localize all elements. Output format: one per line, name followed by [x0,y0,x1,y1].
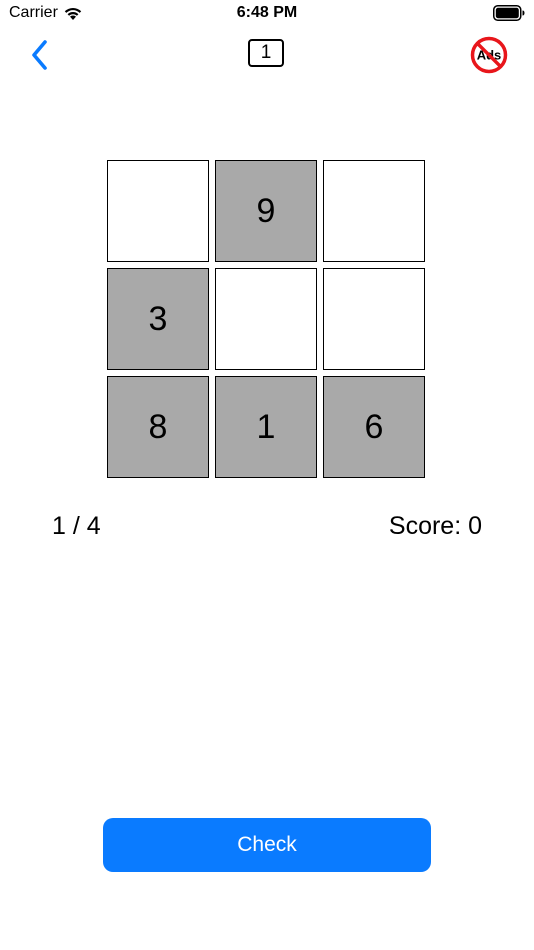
back-button[interactable] [26,38,54,72]
status-time: 6:48 PM [236,4,298,21]
status-bar: Carrier 6:48 PM [0,0,534,28]
app-screen: Carrier 6:48 PM 1 Ads [0,0,534,950]
no-ads-icon: Ads [470,36,508,74]
level-indicator: 1 [248,39,284,67]
puzzle-grid: 9 3 8 1 6 [107,160,428,481]
chevron-left-icon [32,40,47,70]
puzzle-progress: 1 / 4 [52,512,101,540]
grid-cell-r2-c0[interactable]: 8 [107,376,209,478]
battery-icon [493,5,525,21]
grid-cell-r2-c2[interactable]: 6 [323,376,425,478]
check-button[interactable]: Check [103,818,431,872]
grid-cell-r0-c1[interactable]: 9 [215,160,317,262]
score-label: Score: 0 [388,512,482,540]
grid-cell-r1-c2[interactable] [323,268,425,370]
grid-cell-r1-c0[interactable]: 3 [107,268,209,370]
grid-cell-r1-c1[interactable] [215,268,317,370]
remove-ads-button[interactable]: Ads [470,36,508,74]
grid-cell-r0-c2[interactable] [323,160,425,262]
grid-cell-r2-c1[interactable]: 1 [215,376,317,478]
grid-cell-r0-c0[interactable] [107,160,209,262]
